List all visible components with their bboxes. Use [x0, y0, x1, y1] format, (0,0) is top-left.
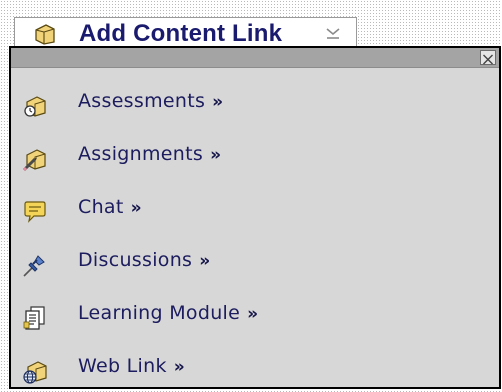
submenu-arrow: » — [199, 251, 211, 271]
add-content-link-label: Add Content Link — [79, 20, 283, 47]
close-icon — [483, 54, 493, 65]
submenu-arrow: » — [247, 304, 259, 324]
menu-item-label: Assignments — [78, 143, 204, 165]
add-content-link-button[interactable]: Add Content Link — [14, 17, 357, 47]
menu-item-web-link[interactable]: Web Link » — [22, 350, 442, 390]
menu-item-label: Learning Module — [78, 302, 241, 324]
menu-item-chat[interactable]: Chat » — [22, 191, 442, 231]
content-link-menu: Assessments » Assignments » Chat » Discussi… — [9, 46, 501, 389]
chevron-down-icon[interactable] — [325, 26, 341, 40]
menu-item-assignments[interactable]: Assignments » — [22, 138, 442, 178]
menu-header-bar — [11, 48, 499, 68]
menu-item-label: Web Link — [78, 355, 167, 377]
assessment-icon — [24, 96, 46, 117]
close-button[interactable] — [480, 50, 496, 65]
menu-item-label: Assessments — [78, 90, 206, 112]
submenu-arrow: » — [173, 357, 186, 377]
pushpin-icon — [23, 255, 45, 277]
menu-item-discussions[interactable]: Discussions » — [22, 244, 442, 284]
menu-item-assessments[interactable]: Assessments » — [22, 85, 442, 125]
assignment-icon — [22, 149, 46, 172]
menu-item-learning-module[interactable]: Learning Module » — [22, 297, 442, 337]
chat-icon — [24, 201, 46, 223]
web-link-icon — [23, 361, 47, 384]
submenu-arrow: » — [210, 145, 222, 165]
menu-item-label: Chat — [78, 196, 124, 218]
submenu-arrow: » — [212, 92, 224, 112]
submenu-arrow: » — [130, 198, 142, 218]
document-icon — [23, 306, 45, 330]
page-icon — [35, 24, 55, 45]
menu-item-label: Discussions — [78, 249, 193, 271]
